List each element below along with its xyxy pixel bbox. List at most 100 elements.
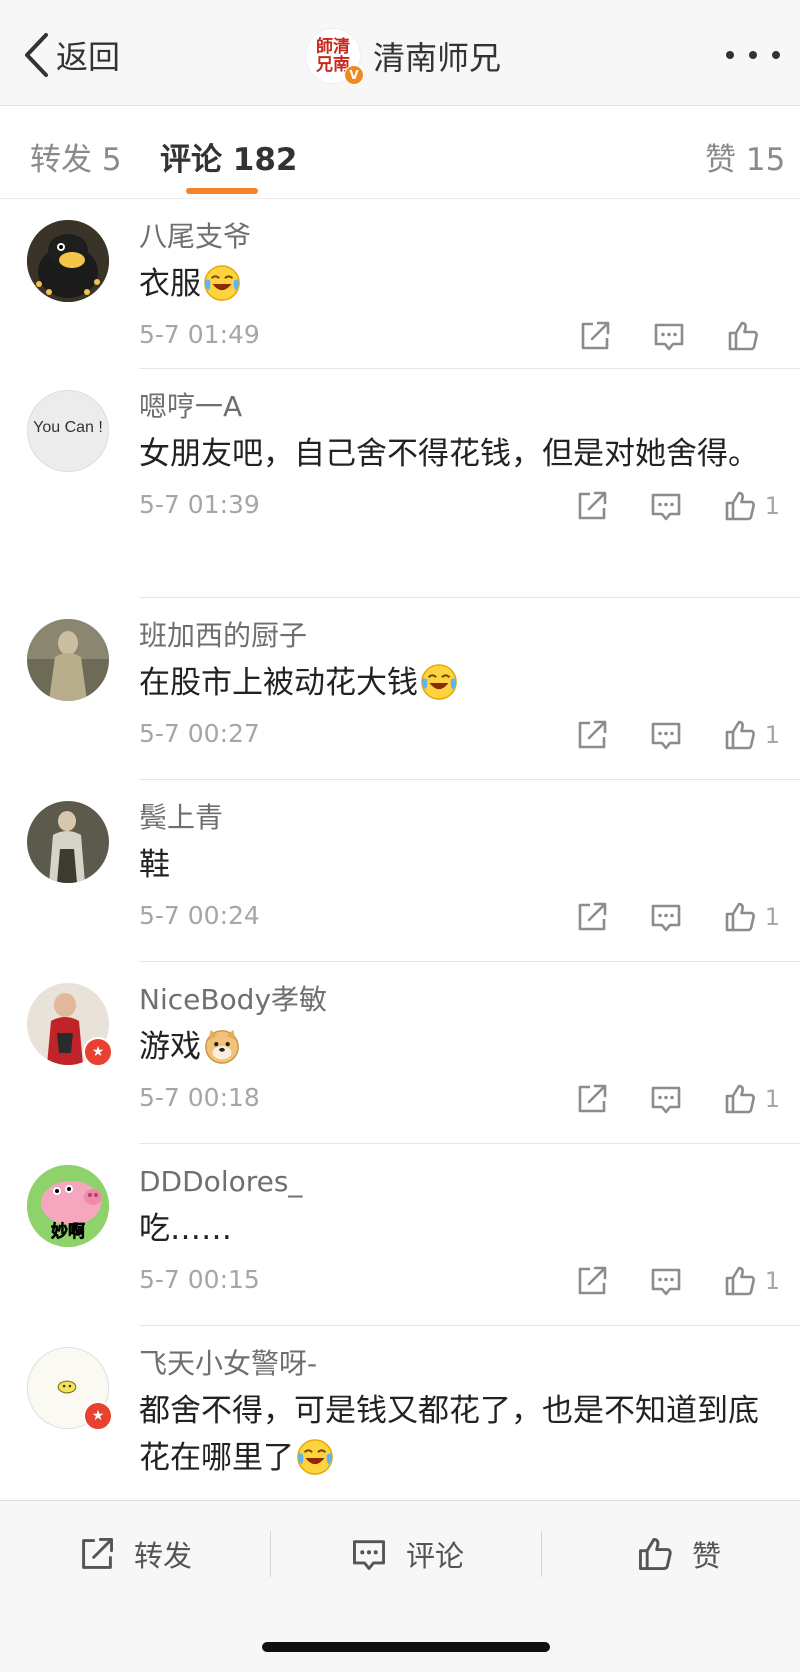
like-button[interactable] [726,319,780,353]
comment-meta: 5-7 00:15 1 [139,1261,780,1301]
user-avatar[interactable]: You Can ! [27,390,109,472]
account-header[interactable]: 師清兄南 V 清南师兄 [305,28,501,85]
comment-body: 八尾支爷 衣服 5-7 01:49 [139,217,780,356]
comment-icon [353,1540,385,1570]
back-button[interactable]: 返回 [22,30,120,80]
comment-icon [652,319,686,353]
comment-item[interactable]: ★ NiceBody孝敏 游戏 5-7 00:18 1 [0,962,800,1144]
comment-username[interactable]: 嗯哼一A [139,387,780,427]
navigation-bar: 返回 師清兄南 V 清南师兄 [0,0,800,106]
home-indicator[interactable] [262,1642,550,1652]
thumbs-up-icon [723,1082,757,1116]
comment-text-content: 都舍不得，可是钱又都花了，也是不知道到底花在哪里了 [139,1393,759,1476]
comment-body: NiceBody孝敏 游戏 5-7 00:18 1 [139,980,780,1119]
comment-text-content: 游戏 [139,1029,201,1065]
more-options-button[interactable] [726,44,780,66]
comment-body: DDDolores_ 吃…… 5-7 00:15 1 [139,1162,780,1301]
user-avatar[interactable] [27,220,109,302]
like-count: 1 [764,1085,780,1113]
share-button[interactable] [578,319,612,353]
share-button[interactable] [575,1082,609,1116]
comment-text: 鞋 [139,842,780,889]
comment-button[interactable]: 评论 [350,1529,464,1579]
active-tab-indicator [186,188,258,194]
tab-likes[interactable]: 赞 15 [705,134,785,179]
tab-bar: 转发 5 评论 182 赞 15 [0,106,800,199]
share-icon [575,900,609,934]
comment-item[interactable]: ★ 飞天小女警呀- 都舍不得，可是钱又都花了，也是不知道到底花在哪里了 [0,1326,800,1526]
comment-text-content: 衣服 [139,266,201,302]
reply-button[interactable] [649,1082,683,1116]
user-badge-icon: ★ [83,1037,113,1067]
comment-item[interactable]: 班加西的厨子 在股市上被动花大钱 5-7 00:27 1 [0,598,800,780]
like-label: 赞 [692,1539,722,1573]
comment-meta: 5-7 01:49 [139,316,780,356]
comment-meta: 5-7 00:18 1 [139,1079,780,1119]
avatar-image [27,801,109,883]
thumbs-up-icon [639,1538,672,1570]
tab-comments-label: 评论 [160,142,222,178]
thumbs-up-icon [723,900,757,934]
comment-username[interactable]: 鬓上青 [139,798,780,838]
share-button[interactable] [575,1264,609,1298]
toolbar-divider [541,1531,542,1577]
like-count: 1 [764,1267,780,1295]
comment-item[interactable]: 鬓上青 鞋 5-7 00:24 1 [0,780,800,962]
share-button[interactable] [575,718,609,752]
share-button[interactable] [575,489,609,523]
comment-actions: 1 [535,1079,780,1119]
comment-actions [538,316,780,356]
tab-comments[interactable]: 评论 182 [160,134,298,179]
comment-text-content: 女朋友吧，自己舍不得花钱，但是对她舍得。 [139,436,759,472]
tab-likes-label: 赞 [705,142,736,178]
like-button[interactable]: 1 [723,489,780,523]
comment-username[interactable]: 八尾支爷 [139,217,780,257]
comment-icon [649,489,683,523]
comment-item[interactable]: 八尾支爷 衣服 5-7 01:49 [0,199,800,369]
comment-text: 衣服 [139,261,780,308]
comment-username[interactable]: 飞天小女警呀- [139,1344,780,1384]
share-button[interactable] [575,900,609,934]
user-avatar-wrapper: ★ [27,1347,113,1431]
chevron-left-icon [25,33,48,77]
comment-time: 5-7 00:24 [139,901,260,930]
comment-item[interactable]: You Can ! 嗯哼一A 女朋友吧，自己舍不得花钱，但是对她舍得。 5-7 … [0,369,800,598]
tab-repost[interactable]: 转发 5 [30,134,122,179]
comment-username[interactable]: DDDolores_ [139,1162,780,1202]
like-post-button[interactable]: 赞 [636,1529,721,1579]
comment-time: 5-7 00:27 [139,719,260,748]
comment-time: 5-7 01:49 [139,320,260,349]
like-button[interactable]: 1 [723,1264,780,1298]
reply-button[interactable] [649,900,683,934]
comment-label: 评论 [406,1539,465,1573]
comment-body: 飞天小女警呀- 都舍不得，可是钱又都花了，也是不知道到底花在哪里了 [139,1344,780,1482]
tab-repost-label: 转发 [30,142,92,178]
like-button[interactable]: 1 [723,1082,780,1116]
share-icon [82,1538,113,1569]
comment-icon [649,900,683,934]
avatar-text: You Can ! [33,419,103,436]
account-avatar[interactable]: 師清兄南 V [305,28,364,85]
repost-button[interactable]: 转发 [78,1529,192,1579]
share-icon [575,1264,609,1298]
user-avatar[interactable] [27,801,109,883]
avatar-text: 妙啊 [51,1222,86,1243]
share-icon [575,1082,609,1116]
user-avatar[interactable]: 妙啊 [27,1165,109,1247]
like-button[interactable]: 1 [723,900,780,934]
share-icon [578,319,612,353]
more-dot-icon [749,51,757,59]
comment-meta: 5-7 00:24 1 [139,897,780,937]
doge-emoji-icon [203,1027,241,1065]
like-button[interactable]: 1 [723,718,780,752]
comment-username[interactable]: NiceBody孝敏 [139,980,780,1020]
toolbar-divider [270,1531,271,1577]
laugh-cry-emoji-icon [203,264,241,302]
reply-button[interactable] [649,489,683,523]
reply-button[interactable] [649,1264,683,1298]
comment-item[interactable]: 妙啊 DDDolores_ 吃…… 5-7 00:15 1 [0,1144,800,1326]
user-avatar[interactable] [27,619,109,701]
reply-button[interactable] [649,718,683,752]
comment-username[interactable]: 班加西的厨子 [139,616,780,656]
reply-button[interactable] [652,319,686,353]
